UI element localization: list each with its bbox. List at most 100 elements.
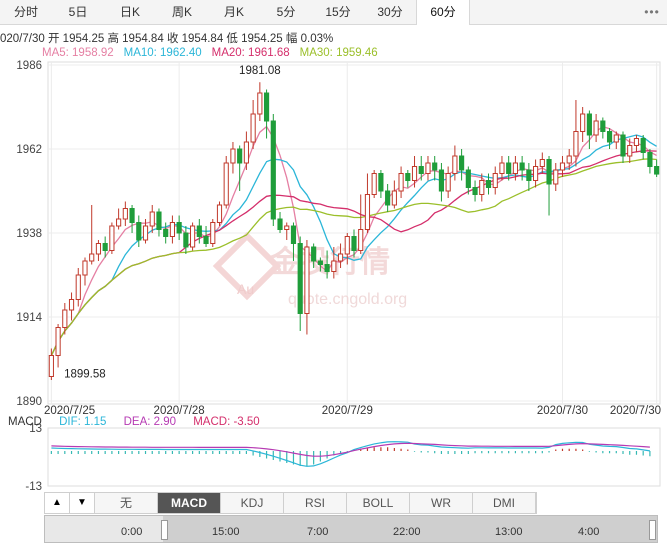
indicator-button-2[interactable]: KDJ	[221, 493, 284, 513]
candle-body	[459, 155, 465, 171]
candle-body	[55, 327, 61, 356]
candle-body	[304, 246, 310, 314]
candle-body	[95, 243, 102, 255]
candle-body	[142, 225, 149, 241]
candle-body	[129, 208, 135, 223]
candle-body	[311, 246, 317, 262]
candle-body	[344, 236, 350, 255]
candle-body	[75, 274, 81, 300]
candle-body	[647, 152, 653, 167]
candle-body	[539, 159, 545, 167]
candle-body	[250, 113, 256, 143]
candle-body	[364, 194, 371, 230]
candle-body	[317, 260, 323, 265]
price-annotation: 1899.58	[64, 368, 106, 380]
candle-body	[559, 162, 566, 171]
candle-body	[48, 355, 54, 377]
candle-body	[600, 120, 606, 132]
candle-body	[62, 309, 68, 328]
candle-body	[654, 166, 660, 175]
navigator-right-handle[interactable]	[649, 520, 656, 540]
candle-body	[506, 162, 512, 174]
candle-body	[633, 138, 640, 146]
candle-body	[492, 173, 498, 188]
candle-body	[102, 243, 108, 251]
candle-body	[297, 243, 303, 314]
candle-body	[398, 173, 404, 192]
navigator-label-3: 22:00	[393, 526, 421, 538]
price-annotation: 1981.08	[239, 65, 281, 77]
candle-body	[519, 162, 525, 171]
candle-body	[277, 218, 283, 230]
date-tick-label: 2020/7/30	[537, 405, 588, 417]
candle-body	[169, 222, 176, 237]
macd-legend-dea: DEA: 2.90	[123, 416, 177, 428]
candle-body	[566, 155, 572, 164]
price-tick-label: 1938	[16, 228, 42, 240]
navigator-label-4: 13:00	[495, 526, 523, 538]
indicator-button-3[interactable]: RSI	[284, 493, 347, 513]
candle-body	[432, 162, 438, 171]
candle-body	[593, 120, 599, 136]
candle-body	[216, 204, 223, 223]
candle-body	[270, 120, 276, 220]
candlestick-chart: 198619621938191418902020/7/25 2020/7/28 20…	[16, 60, 661, 493]
candle-body	[331, 260, 337, 272]
candle-body	[640, 138, 646, 153]
candle-body	[385, 190, 391, 206]
candle-body	[243, 141, 249, 164]
navigator-label-2: 7:00	[307, 526, 329, 538]
candle-body	[284, 225, 290, 230]
price-tick-label: 1890	[16, 396, 42, 408]
indicator-button-4[interactable]: BOLL	[347, 493, 410, 513]
macd-legend-title: MACD	[8, 416, 42, 428]
candle-body	[116, 218, 122, 227]
candle-body	[230, 148, 236, 164]
candle-body	[149, 211, 155, 227]
price-tick-label: 1914	[16, 312, 42, 324]
candle-body	[438, 169, 445, 192]
candle-body	[203, 236, 209, 244]
candle-body	[263, 92, 270, 122]
macd-legend: MACD DIF: 1.15 DEA: 2.90 MACD: -3.50	[8, 416, 274, 428]
candle-body	[122, 208, 128, 220]
candle-body	[89, 253, 95, 262]
macd-legend-dif: DIF: 1.15	[59, 416, 107, 428]
candle-body	[472, 187, 478, 195]
scroll-down-button[interactable]: ▼	[70, 493, 95, 513]
macd-legend-macd: MACD: -3.50	[193, 416, 260, 428]
candle-body	[627, 145, 633, 157]
candle-body	[405, 173, 411, 181]
navigator-left-handle[interactable]	[161, 520, 168, 540]
candle-body	[526, 169, 532, 181]
candle-body	[512, 162, 518, 174]
candle-body	[532, 166, 539, 181]
candle-body	[290, 225, 297, 244]
candle-body	[411, 166, 418, 181]
candle-body	[136, 222, 142, 241]
candle-body	[190, 225, 196, 248]
candle-body	[613, 134, 619, 143]
candle-body	[465, 169, 471, 188]
candle-body	[324, 264, 330, 272]
watermark-logo: Au	[237, 281, 254, 297]
candle-body	[620, 134, 626, 157]
indicator-button-0[interactable]: 无	[95, 493, 158, 513]
navigator-label-1: 15:00	[212, 526, 240, 538]
candle-body	[351, 236, 357, 251]
candle-body	[425, 162, 431, 174]
scroll-up-button[interactable]: ▲	[45, 493, 70, 513]
candle-body	[499, 162, 505, 174]
indicator-toolbar: ▲ ▼ 无 MACD KDJ RSI BOLL WR DMI	[44, 492, 537, 514]
macd-tick-label: -13	[25, 481, 42, 493]
indicator-button-6[interactable]: DMI	[473, 493, 536, 513]
candle-body	[82, 260, 88, 276]
candle-body	[156, 211, 162, 230]
candle-body	[109, 225, 115, 251]
price-tick-label: 1962	[16, 144, 42, 156]
candle-body	[580, 113, 586, 132]
indicator-button-1[interactable]: MACD	[158, 493, 221, 513]
price-tick-label: 1986	[16, 60, 42, 72]
time-navigator[interactable]: 0:00 15:00 7:00 22:00 13:00 4:00	[44, 515, 658, 543]
indicator-button-5[interactable]: WR	[410, 493, 473, 513]
